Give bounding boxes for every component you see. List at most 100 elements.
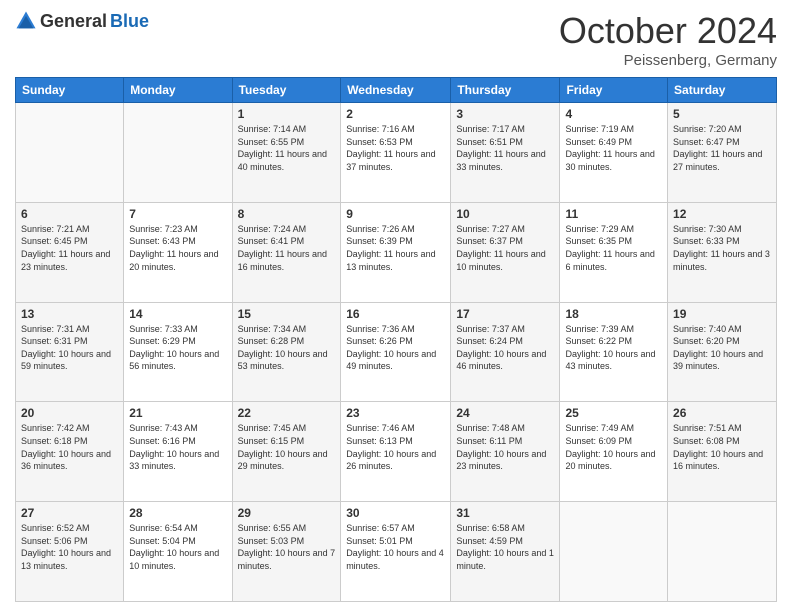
day-info: Sunrise: 7:43 AMSunset: 6:16 PMDaylight:… (129, 423, 219, 471)
day-info: Sunrise: 7:29 AMSunset: 6:35 PMDaylight:… (565, 224, 654, 272)
header-row: SundayMondayTuesdayWednesdayThursdayFrid… (16, 78, 777, 103)
week-row-5: 27Sunrise: 6:52 AMSunset: 5:06 PMDayligh… (16, 502, 777, 602)
day-cell: 21Sunrise: 7:43 AMSunset: 6:16 PMDayligh… (124, 402, 232, 502)
day-number: 19 (673, 307, 771, 321)
day-info: Sunrise: 7:51 AMSunset: 6:08 PMDaylight:… (673, 423, 763, 471)
day-info: Sunrise: 7:19 AMSunset: 6:49 PMDaylight:… (565, 124, 654, 172)
logo-icon (15, 10, 37, 32)
week-row-2: 6Sunrise: 7:21 AMSunset: 6:45 PMDaylight… (16, 202, 777, 302)
day-info: Sunrise: 6:57 AMSunset: 5:01 PMDaylight:… (346, 523, 444, 571)
day-number: 20 (21, 406, 118, 420)
day-number: 11 (565, 207, 662, 221)
day-cell: 28 Sunrise: 6:54 AMSunset: 5:04 PMDayligh… (124, 502, 232, 602)
day-info: Sunrise: 7:27 AMSunset: 6:37 PMDaylight:… (456, 224, 545, 272)
header: General Blue October 2024 Peissenberg, G… (15, 10, 777, 69)
day-info: Sunrise: 7:24 AMSunset: 6:41 PMDaylight:… (238, 224, 327, 272)
day-info: Sunrise: 7:40 AMSunset: 6:20 PMDaylight:… (673, 324, 763, 372)
day-number: 29 (238, 506, 336, 520)
day-info: Sunrise: 6:58 AMSunset: 4:59 PMDaylight:… (456, 523, 554, 571)
day-cell: 1 Sunrise: 7:14 AMSunset: 6:55 PMDaylight… (232, 103, 341, 203)
title-area: October 2024 Peissenberg, Germany (559, 10, 777, 69)
week-row-4: 20 Sunrise: 7:42 AMSunset: 6:18 PMDayligh… (16, 402, 777, 502)
day-number: 10 (456, 207, 554, 221)
day-cell: 24Sunrise: 7:48 AMSunset: 6:11 PMDayligh… (451, 402, 560, 502)
day-number: 1 (238, 107, 336, 121)
logo-area: General Blue (15, 10, 149, 32)
day-cell: 8 Sunrise: 7:24 AMSunset: 6:41 PMDaylight… (232, 202, 341, 302)
day-info: Sunrise: 7:45 AMSunset: 6:15 PMDaylight:… (238, 423, 328, 471)
week-row-3: 13 Sunrise: 7:31 AMSunset: 6:31 PMDayligh… (16, 302, 777, 402)
day-header-saturday: Saturday (668, 78, 777, 103)
day-number: 30 (346, 506, 445, 520)
day-cell: 20 Sunrise: 7:42 AMSunset: 6:18 PMDayligh… (16, 402, 124, 502)
logo-general: General (40, 11, 107, 32)
day-number: 18 (565, 307, 662, 321)
day-number: 14 (129, 307, 226, 321)
day-cell: 6Sunrise: 7:21 AMSunset: 6:45 PMDaylight… (16, 202, 124, 302)
day-number: 15 (238, 307, 336, 321)
day-info: Sunrise: 7:20 AMSunset: 6:47 PMDaylight:… (673, 124, 762, 172)
day-number: 23 (346, 406, 445, 420)
day-info: Sunrise: 6:55 AMSunset: 5:03 PMDaylight:… (238, 523, 336, 571)
day-number: 28 (129, 506, 226, 520)
day-cell: 2 Sunrise: 7:16 AMSunset: 6:53 PMDaylight… (341, 103, 451, 203)
day-cell: 17 Sunrise: 7:37 AMSunset: 6:24 PMDayligh… (451, 302, 560, 402)
day-cell: 25 Sunrise: 7:49 AMSunset: 6:09 PMDayligh… (560, 402, 668, 502)
day-cell (668, 502, 777, 602)
page: General Blue October 2024 Peissenberg, G… (0, 0, 792, 612)
day-number: 22 (238, 406, 336, 420)
logo-blue: Blue (110, 11, 149, 32)
week-row-1: 1 Sunrise: 7:14 AMSunset: 6:55 PMDaylight… (16, 103, 777, 203)
day-info: Sunrise: 7:23 AMSunset: 6:43 PMDaylight:… (129, 224, 218, 272)
day-cell: 12 Sunrise: 7:30 AMSunset: 6:33 PMDayligh… (668, 202, 777, 302)
location-subtitle: Peissenberg, Germany (559, 52, 777, 69)
day-cell: 11 Sunrise: 7:29 AMSunset: 6:35 PMDayligh… (560, 202, 668, 302)
day-number: 8 (238, 207, 336, 221)
day-cell: 31 Sunrise: 6:58 AMSunset: 4:59 PMDayligh… (451, 502, 560, 602)
day-cell: 29 Sunrise: 6:55 AMSunset: 5:03 PMDayligh… (232, 502, 341, 602)
day-info: Sunrise: 7:46 AMSunset: 6:13 PMDaylight:… (346, 423, 436, 471)
day-info: Sunrise: 7:33 AMSunset: 6:29 PMDaylight:… (129, 324, 219, 372)
day-number: 25 (565, 406, 662, 420)
day-number: 7 (129, 207, 226, 221)
day-info: Sunrise: 7:42 AMSunset: 6:18 PMDaylight:… (21, 423, 111, 471)
day-cell: 5 Sunrise: 7:20 AMSunset: 6:47 PMDaylight… (668, 103, 777, 203)
day-info: Sunrise: 7:49 AMSunset: 6:09 PMDaylight:… (565, 423, 655, 471)
day-info: Sunrise: 7:37 AMSunset: 6:24 PMDaylight:… (456, 324, 546, 372)
day-info: Sunrise: 7:30 AMSunset: 6:33 PMDaylight:… (673, 224, 770, 272)
day-info: Sunrise: 7:48 AMSunset: 6:11 PMDaylight:… (456, 423, 546, 471)
day-header-monday: Monday (124, 78, 232, 103)
day-cell: 7 Sunrise: 7:23 AMSunset: 6:43 PMDaylight… (124, 202, 232, 302)
day-cell: 10 Sunrise: 7:27 AMSunset: 6:37 PMDayligh… (451, 202, 560, 302)
day-number: 4 (565, 107, 662, 121)
day-number: 13 (21, 307, 118, 321)
day-number: 31 (456, 506, 554, 520)
day-info: Sunrise: 7:16 AMSunset: 6:53 PMDaylight:… (346, 124, 435, 172)
day-header-tuesday: Tuesday (232, 78, 341, 103)
day-number: 9 (346, 207, 445, 221)
day-cell: 23 Sunrise: 7:46 AMSunset: 6:13 PMDayligh… (341, 402, 451, 502)
day-number: 27 (21, 506, 118, 520)
day-number: 17 (456, 307, 554, 321)
day-number: 2 (346, 107, 445, 121)
day-cell: 15Sunrise: 7:34 AMSunset: 6:28 PMDayligh… (232, 302, 341, 402)
day-number: 12 (673, 207, 771, 221)
day-cell (124, 103, 232, 203)
day-cell: 14 Sunrise: 7:33 AMSunset: 6:29 PMDayligh… (124, 302, 232, 402)
day-info: Sunrise: 7:26 AMSunset: 6:39 PMDaylight:… (346, 224, 435, 272)
day-info: Sunrise: 7:17 AMSunset: 6:51 PMDaylight:… (456, 124, 545, 172)
day-cell: 30 Sunrise: 6:57 AMSunset: 5:01 PMDayligh… (341, 502, 451, 602)
day-info: Sunrise: 7:14 AMSunset: 6:55 PMDaylight:… (238, 124, 327, 172)
day-number: 5 (673, 107, 771, 121)
day-cell: 19 Sunrise: 7:40 AMSunset: 6:20 PMDayligh… (668, 302, 777, 402)
day-info: Sunrise: 7:31 AMSunset: 6:31 PMDaylight:… (21, 324, 111, 372)
day-info: Sunrise: 6:54 AMSunset: 5:04 PMDaylight:… (129, 523, 219, 571)
day-number: 6 (21, 207, 118, 221)
day-number: 26 (673, 406, 771, 420)
day-cell (560, 502, 668, 602)
day-number: 3 (456, 107, 554, 121)
day-info: Sunrise: 7:39 AMSunset: 6:22 PMDaylight:… (565, 324, 655, 372)
day-cell: 26 Sunrise: 7:51 AMSunset: 6:08 PMDayligh… (668, 402, 777, 502)
day-cell: 16Sunrise: 7:36 AMSunset: 6:26 PMDayligh… (341, 302, 451, 402)
logo: General Blue (15, 10, 149, 32)
